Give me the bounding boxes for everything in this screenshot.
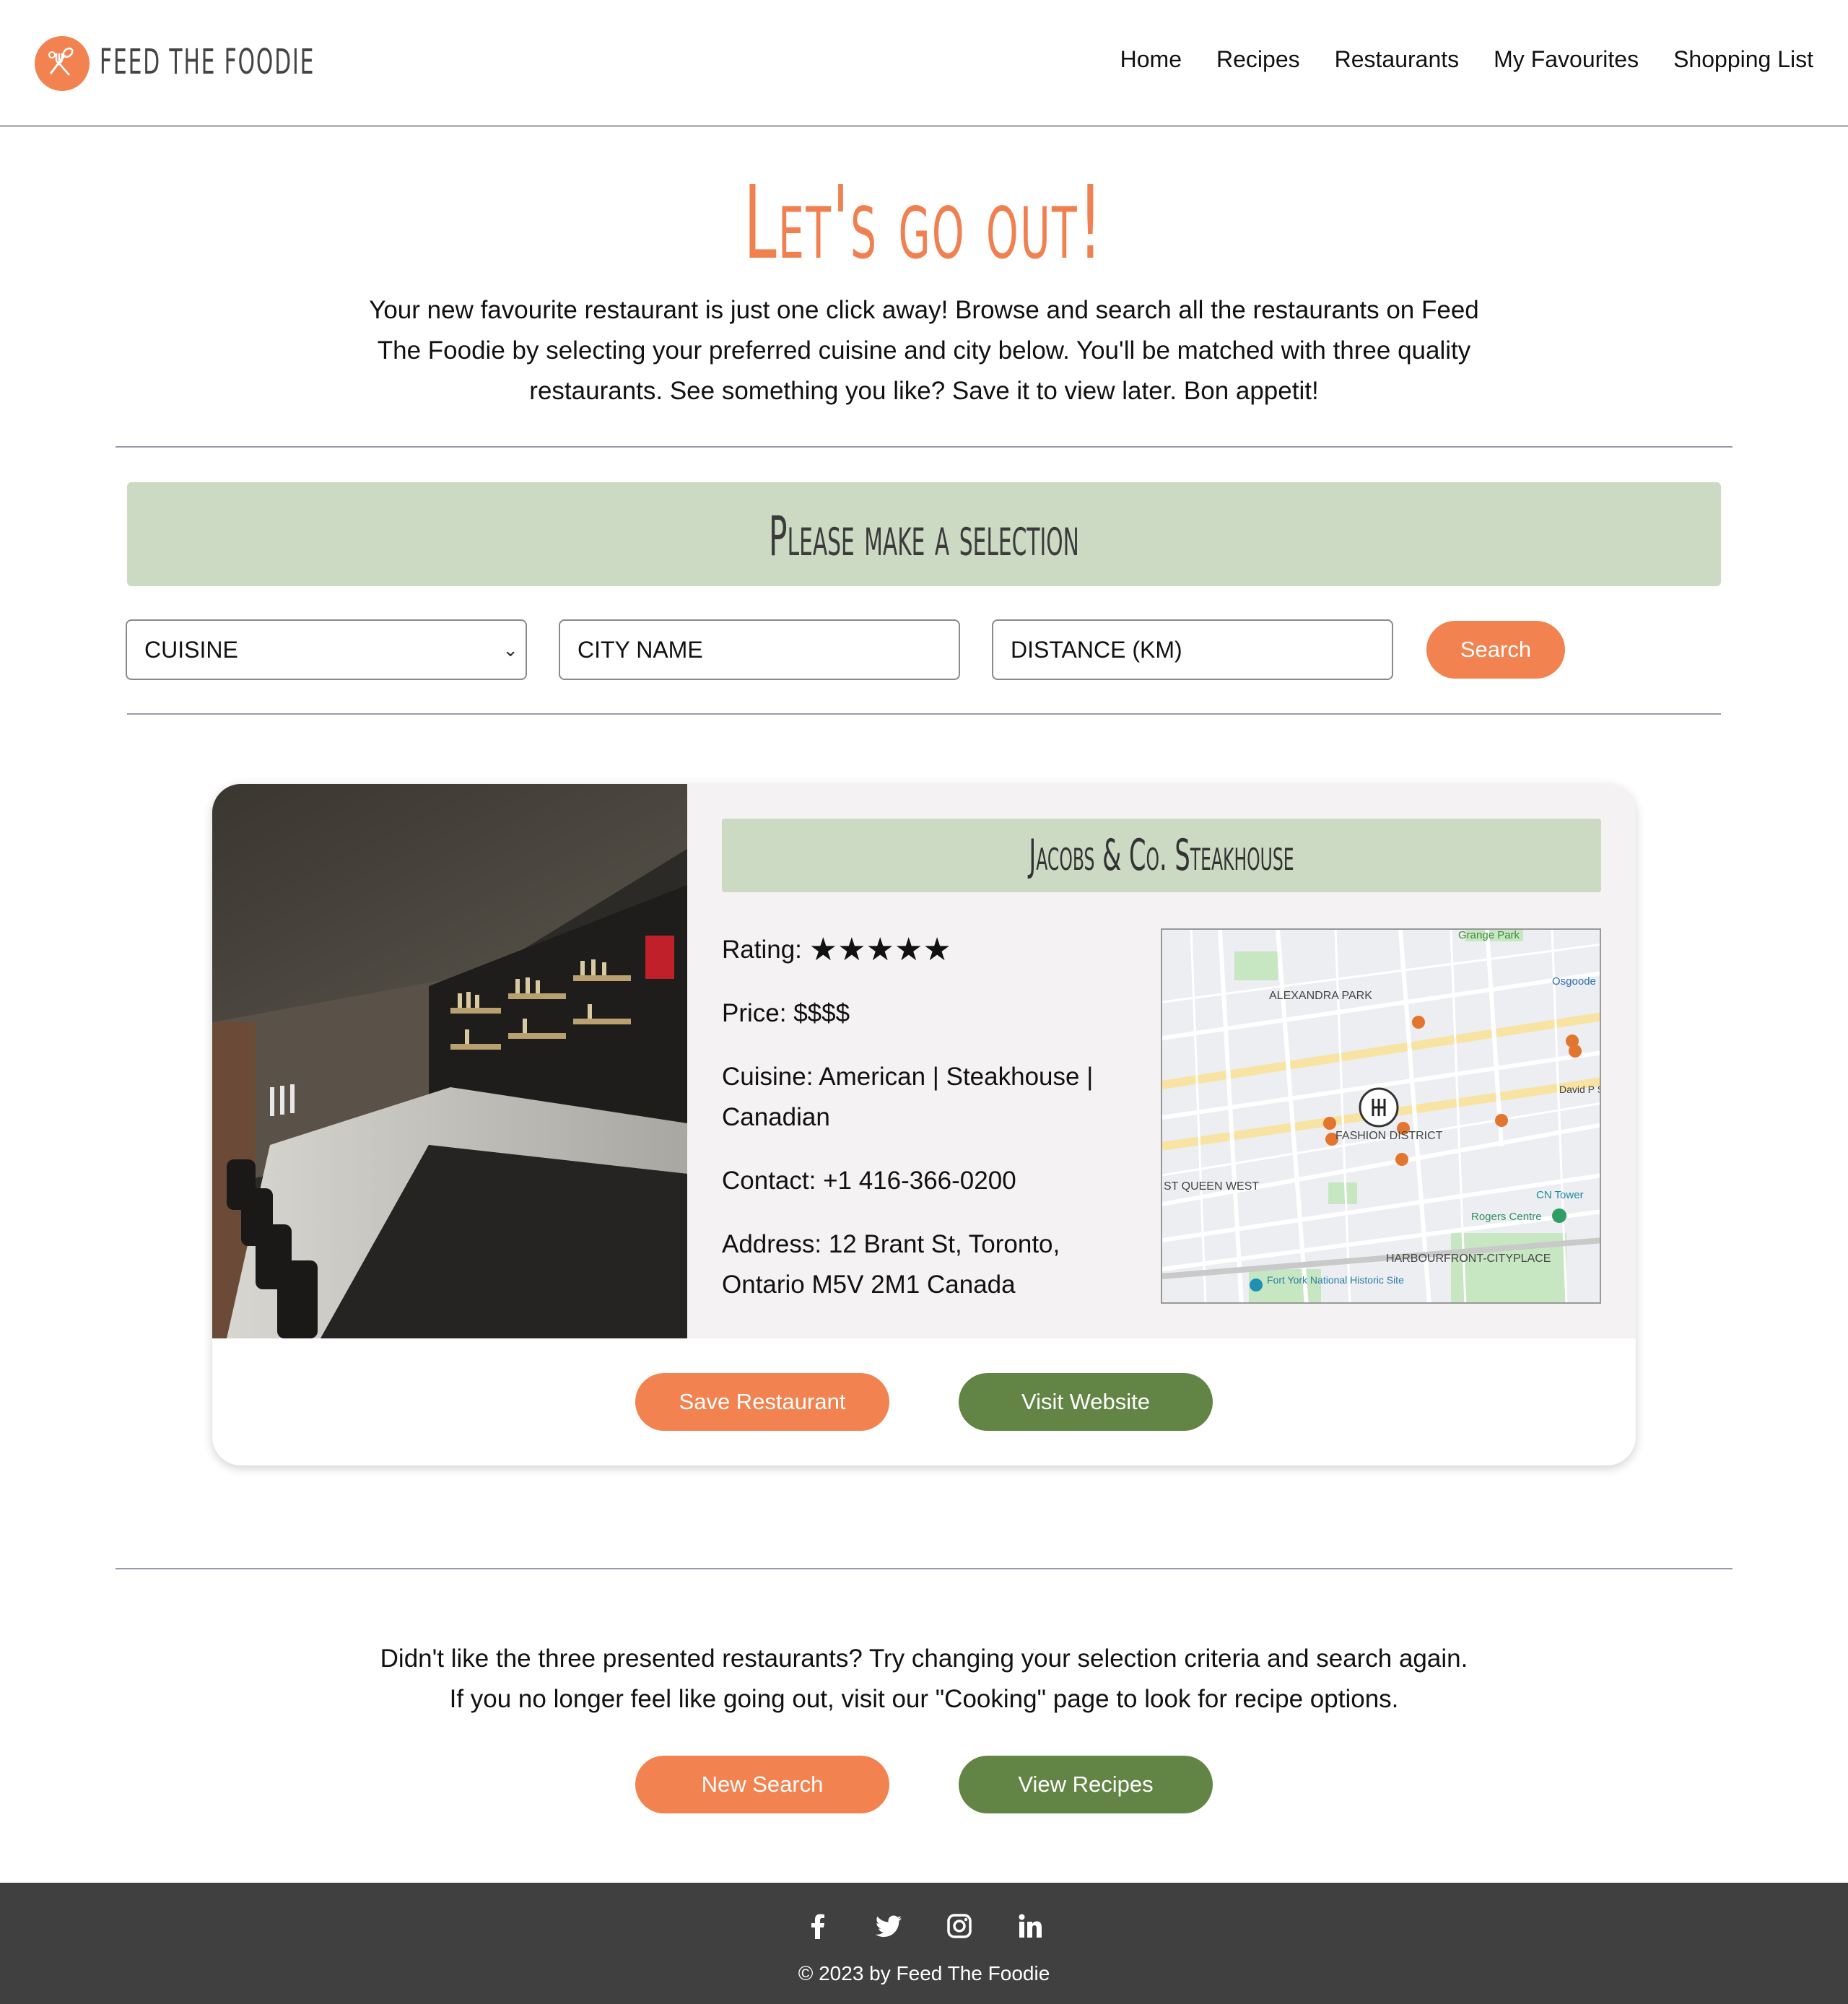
social-links (0, 1910, 1848, 1942)
cuisine-select[interactable]: CUISINE ⌄ (126, 619, 527, 680)
linkedin-icon[interactable] (1014, 1910, 1046, 1942)
retry-text-line-1: Didn't like the three presented restaura… (380, 1644, 1468, 1673)
map-label-queen-west: ST QUEEN WEST (1164, 1180, 1259, 1193)
copyright-text: © 2023 by Feed The Foodie (798, 1962, 1050, 1985)
city-name-input[interactable]: CITY NAME (559, 619, 960, 680)
nav-links: Home Recipes Restaurants My Favourites S… (1120, 46, 1813, 73)
search-button[interactable]: Search (1426, 621, 1565, 679)
map-label-grange: Grange Park (1458, 930, 1520, 941)
map-label-fort-york: Fort York National Historic Site (1267, 1274, 1404, 1286)
map-label-david: David P Squa (1559, 1084, 1601, 1095)
nav-my-favourites[interactable]: My Favourites (1494, 46, 1639, 73)
nav-home[interactable]: Home (1120, 46, 1182, 73)
map-label-alexandra: ALEXANDRA PARK (1269, 990, 1372, 1002)
distance-input[interactable]: DISTANCE (KM) (992, 619, 1393, 680)
visit-website-button[interactable]: Visit Website (959, 1373, 1213, 1431)
restaurant-name: Jacobs & Co. Steakhouse (1029, 830, 1294, 881)
footer: © 2023 by Feed The Foodie (0, 1883, 1848, 2004)
divider (116, 1568, 1732, 1569)
facebook-icon[interactable] (802, 1910, 834, 1942)
nav-restaurants[interactable]: Restaurants (1335, 46, 1460, 73)
restaurant-cuisine: Cuisine: American | Steakhouse | Canadia… (722, 1063, 1094, 1131)
restaurant-card: Jacobs & Co. Steakhouse Rating: ★★★★★ Pr… (212, 784, 1636, 1465)
map-label-rogers: Rogers Centre (1471, 1211, 1542, 1223)
selection-banner: Please make a selection (127, 482, 1721, 586)
map-label-fashion: FASHION DISTRICT (1335, 1130, 1443, 1142)
restaurant-map[interactable]: Grange Park Osgoode ALEXANDRA PARK FASHI… (1161, 928, 1601, 1304)
instagram-icon[interactable] (943, 1910, 975, 1942)
nav-shopping-list[interactable]: Shopping List (1673, 46, 1813, 73)
page-title: Let's go out! (0, 165, 1848, 282)
nav-recipes[interactable]: Recipes (1216, 46, 1300, 73)
top-navbar: FEED THE FOODIE Home Recipes Restaurants… (0, 0, 1848, 127)
twitter-icon[interactable] (873, 1910, 905, 1942)
star-rating-icon: ★★★★★ (808, 932, 951, 967)
distance-placeholder: DISTANCE (KM) (1011, 637, 1182, 663)
new-search-button[interactable]: New Search (635, 1756, 889, 1813)
cuisine-select-value: CUISINE (144, 637, 238, 663)
selection-heading: Please make a selection (769, 504, 1079, 568)
city-name-placeholder: CITY NAME (578, 637, 703, 663)
restaurant-name-bar: Jacobs & Co. Steakhouse (722, 819, 1601, 892)
restaurant-contact: Contact: +1 416-366-0200 (722, 1167, 1016, 1195)
map-label-cn-tower: CN Tower (1536, 1189, 1584, 1201)
restaurant-rating: Rating: ★★★★★ (722, 930, 1126, 970)
restaurant-address: Address: 12 Brant St, Toronto, Ontario M… (722, 1230, 1060, 1299)
page-title-text: Let's go out! (744, 165, 1104, 282)
brand-name[interactable]: FEED THE FOODIE (100, 42, 315, 82)
logo-icon[interactable] (35, 36, 90, 91)
save-restaurant-button[interactable]: Save Restaurant (635, 1373, 889, 1431)
retry-text-line-2: If you no longer feel like going out, vi… (449, 1685, 1399, 1713)
intro-text: Your new favourite restaurant is just on… (369, 296, 1479, 405)
restaurant-photo (212, 784, 687, 1338)
rating-label: Rating: (722, 936, 802, 964)
chevron-down-icon: ⌄ (502, 639, 518, 661)
restaurant-price: Price: $$$$ (722, 999, 850, 1027)
retry-text: Didn't like the three presented restaura… (346, 1639, 1502, 1720)
map-label-osgoode: Osgoode (1552, 975, 1596, 988)
map-label-harbourfront: HARBOURFRONT-CITYPLACE (1386, 1252, 1551, 1265)
view-recipes-button[interactable]: View Recipes (959, 1756, 1213, 1813)
divider (127, 713, 1721, 715)
divider (116, 446, 1732, 448)
